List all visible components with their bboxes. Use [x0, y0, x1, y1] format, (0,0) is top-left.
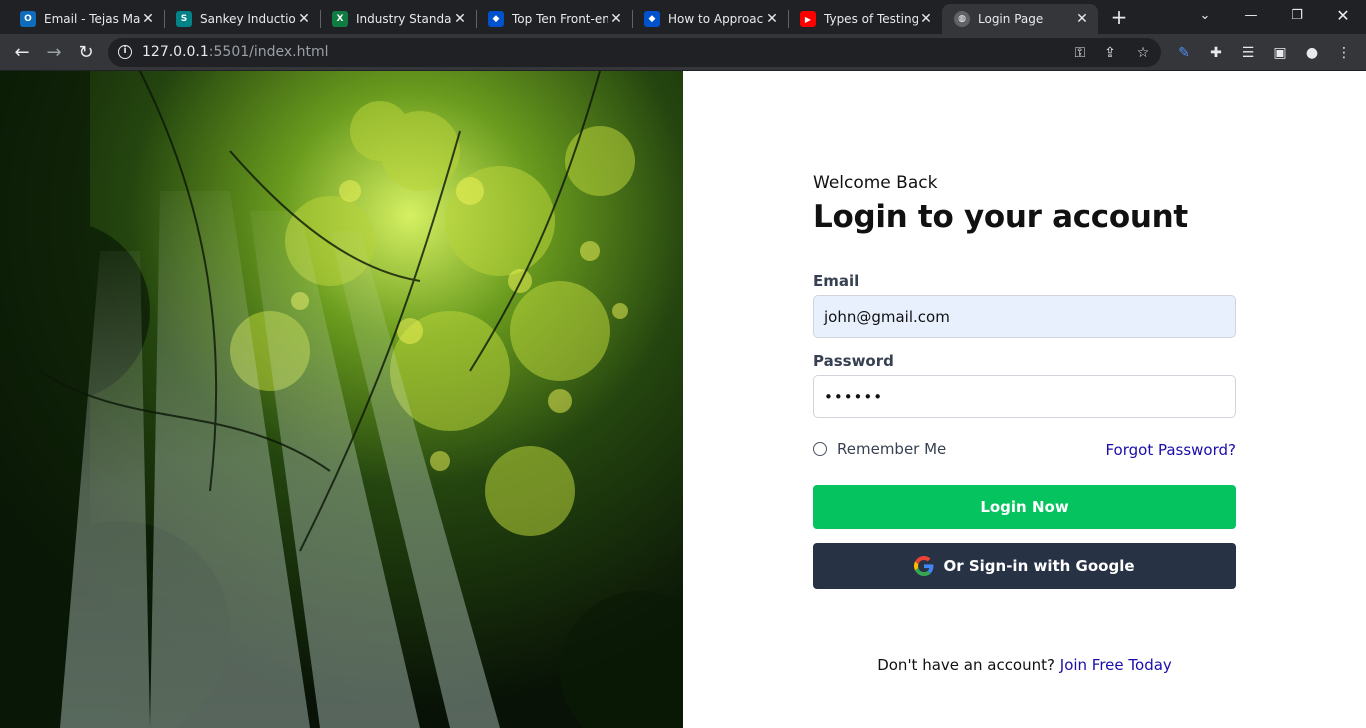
tab-title: Sankey Induction: [200, 12, 296, 26]
back-arrow-icon[interactable]: ←: [9, 40, 35, 66]
side-panel-icon[interactable]: ▣: [1270, 43, 1290, 63]
tab-types-of-testing[interactable]: ▶ Types of Testing ✕: [788, 4, 942, 34]
tab-title: Industry Standard: [356, 12, 452, 26]
join-free-link[interactable]: Join Free Today: [1060, 656, 1172, 674]
tab-title: Types of Testing: [824, 12, 918, 26]
close-icon[interactable]: ✕: [1074, 11, 1090, 27]
tab-top-ten-front-end[interactable]: ◆ Top Ten Front-en ✕: [476, 4, 632, 34]
restore-button[interactable]: ❐: [1274, 0, 1320, 30]
tab-sankey-induction[interactable]: S Sankey Induction ✕: [164, 4, 320, 34]
tab-industry-standard[interactable]: X Industry Standard ✕: [320, 4, 476, 34]
password-label: Password: [813, 352, 894, 370]
remember-me-option[interactable]: Remember Me: [813, 440, 946, 458]
excel-icon: X: [332, 11, 348, 27]
address-bar[interactable]: i 127.0.0.1:5501/index.html ⚿ ⇪ ☆: [108, 38, 1161, 67]
close-icon[interactable]: ✕: [140, 11, 156, 27]
tab-login-page[interactable]: ◍ Login Page ✕: [942, 4, 1098, 34]
browser-tab-strip: O Email - Tejas Mag ✕ S Sankey Induction…: [0, 0, 1366, 34]
email-field[interactable]: john@gmail.com: [813, 295, 1236, 338]
login-form: Welcome Back Login to your account Email…: [813, 71, 1236, 728]
tab-title: Login Page: [978, 12, 1044, 26]
key-icon[interactable]: ⚿: [1071, 44, 1089, 62]
remember-me-label: Remember Me: [837, 440, 947, 458]
google-button-label: Or Sign-in with Google: [943, 557, 1135, 575]
login-button[interactable]: Login Now: [813, 485, 1236, 529]
email-label: Email: [813, 272, 860, 290]
close-icon[interactable]: ✕: [608, 11, 624, 27]
forward-arrow-icon[interactable]: →: [41, 40, 67, 66]
info-icon[interactable]: i: [118, 45, 132, 59]
reload-icon[interactable]: ↻: [73, 40, 99, 66]
browser-toolbar: ← → ↻ i 127.0.0.1:5501/index.html ⚿ ⇪ ☆ …: [0, 34, 1366, 71]
tab-title: How to Approach: [668, 12, 764, 26]
google-icon: [914, 556, 934, 576]
jira-icon: ◆: [488, 11, 504, 27]
pen-extension-icon[interactable]: ✎: [1174, 43, 1194, 63]
tab-search-icon[interactable]: ⌄: [1182, 0, 1228, 30]
google-sign-in-button[interactable]: Or Sign-in with Google: [813, 543, 1236, 589]
jira-icon: ◆: [644, 11, 660, 27]
signup-prompt-text: Don't have an account?: [877, 656, 1055, 674]
menu-kebab-icon[interactable]: ⋮: [1334, 43, 1354, 63]
tab-how-to-approach[interactable]: ◆ How to Approach ✕: [632, 4, 788, 34]
close-icon[interactable]: ✕: [452, 11, 468, 27]
outlook-icon: O: [20, 11, 36, 27]
new-tab-button[interactable]: +: [1108, 6, 1130, 28]
password-field[interactable]: ••••••: [813, 375, 1236, 418]
minimize-button[interactable]: —: [1228, 0, 1274, 30]
forest-sunlight-image: [0, 71, 683, 728]
forgot-password-link[interactable]: Forgot Password?: [1105, 441, 1236, 459]
close-window-button[interactable]: ✕: [1320, 0, 1366, 30]
globe-icon: ◍: [954, 11, 970, 27]
tab-email[interactable]: O Email - Tejas Mag ✕: [8, 4, 164, 34]
close-icon[interactable]: ✕: [296, 11, 312, 27]
media-queue-icon[interactable]: ☰: [1238, 43, 1258, 63]
remember-me-radio[interactable]: [813, 442, 827, 456]
bookmark-star-icon[interactable]: ☆: [1134, 44, 1152, 62]
tab-title: Top Ten Front-en: [512, 12, 608, 26]
extensions-puzzle-icon[interactable]: ✚: [1206, 43, 1226, 63]
page-title: Login to your account: [813, 199, 1188, 235]
close-icon[interactable]: ✕: [764, 11, 780, 27]
youtube-icon: ▶: [800, 11, 816, 27]
share-icon[interactable]: ⇪: [1101, 44, 1119, 62]
close-icon[interactable]: ✕: [918, 11, 934, 27]
sharepoint-icon: S: [176, 11, 192, 27]
signup-prompt: Don't have an account? Join Free Today: [813, 656, 1236, 674]
url-text[interactable]: 127.0.0.1:5501/index.html: [142, 44, 329, 60]
profile-avatar-icon[interactable]: ●: [1302, 43, 1322, 63]
tab-title: Email - Tejas Mag: [44, 12, 140, 26]
welcome-text: Welcome Back: [813, 173, 938, 193]
page-viewport: Welcome Back Login to your account Email…: [0, 71, 1366, 728]
